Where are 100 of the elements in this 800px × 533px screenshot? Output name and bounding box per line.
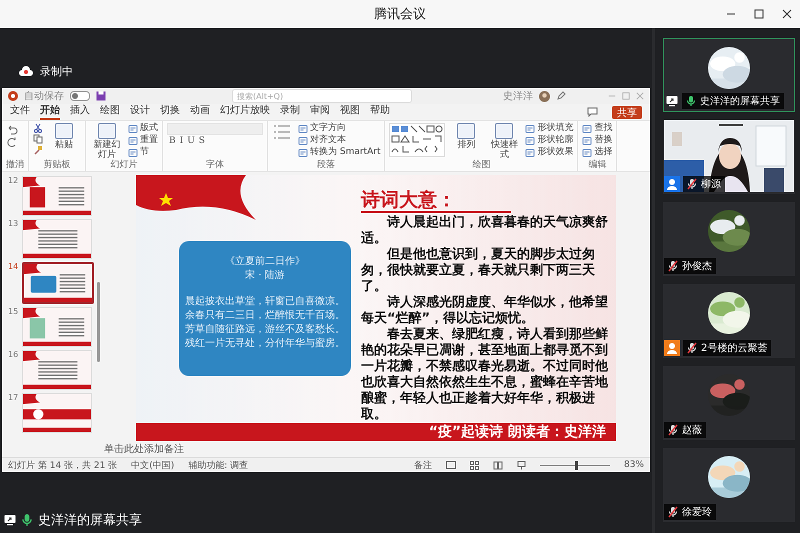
window-title: 腾讯会议 bbox=[374, 6, 426, 23]
ribbon-tab[interactable]: 切换 bbox=[160, 104, 180, 120]
normal-view-icon[interactable] bbox=[446, 461, 456, 469]
participant-tile[interactable]: 柳源 bbox=[663, 120, 795, 194]
poem-title: 《立夏前二日作》 bbox=[224, 255, 305, 269]
tool-icon bbox=[582, 124, 592, 134]
brush-icon[interactable] bbox=[33, 145, 43, 155]
ribbon-tab[interactable]: 视图 bbox=[340, 104, 360, 120]
participant-tile[interactable]: 赵薇 bbox=[663, 366, 795, 440]
ribbon-button[interactable]: 新建幻灯片 bbox=[90, 123, 124, 160]
ribbon-button[interactable]: 转换为 SmartArt bbox=[298, 147, 380, 158]
group-label: 剪贴板 bbox=[42, 160, 72, 171]
ribbon-tab[interactable]: 录制 bbox=[280, 104, 300, 120]
tool-icon bbox=[128, 148, 138, 158]
ribbon-button[interactable]: 形状效果 bbox=[525, 147, 574, 158]
ribbon-tab[interactable]: 设计 bbox=[130, 104, 150, 120]
copy-icon[interactable] bbox=[33, 134, 43, 144]
muted-microphone-icon[interactable] bbox=[667, 260, 679, 272]
presentation-icon[interactable] bbox=[516, 460, 526, 470]
paragraph: 但是他也意识到，夏天的脚步太过匆匆，很快就要立夏，春天就只剩下两三天了。 bbox=[360, 247, 596, 294]
search-field[interactable]: 搜索(Alt+Q) bbox=[232, 89, 412, 103]
ribbon-button[interactable]: 版式 bbox=[128, 123, 158, 134]
ribbon-button[interactable]: 形状填充 bbox=[525, 123, 574, 134]
slide-thumbnail[interactable] bbox=[22, 262, 94, 304]
poem-line: 余春只有二三日，烂醉恨无千百场。 bbox=[184, 309, 345, 323]
microphone-icon[interactable] bbox=[685, 95, 697, 107]
paragraph: 春去夏来、绿肥红瘦，诗人看到那些鲜艳的花朵早已凋谢，甚至地面上都寻觅不到一片花瓣，不禁感叹春光易逝。不过同时他也欣喜大自然依然生生不息，蜜蜂在辛苦地酿蜜，年轻人也正趁着大好年华，积极进取。 bbox=[360, 327, 608, 423]
ribbon-button[interactable]: 快速样式 bbox=[487, 123, 522, 160]
book-icon[interactable] bbox=[492, 460, 503, 470]
screen-share-icon bbox=[4, 514, 16, 526]
ribbon-tab[interactable]: 绘图 bbox=[100, 104, 120, 120]
paragraph: 诗人晨起出门，欣喜暮春的天气凉爽舒适。 bbox=[360, 215, 608, 246]
pen-icon[interactable] bbox=[556, 91, 566, 101]
participant-tile[interactable]: 孙俊杰 bbox=[663, 202, 795, 276]
group-label: 段落 bbox=[316, 160, 336, 171]
slide-number: 14 bbox=[8, 262, 18, 271]
ribbon-button[interactable]: 替换 bbox=[582, 135, 612, 146]
muted-microphone-icon[interactable] bbox=[686, 178, 698, 190]
group-label: 字体 bbox=[205, 160, 225, 171]
poem-line: 晨起披衣出草堂，轩窗已自喜微凉。 bbox=[184, 295, 345, 309]
ribbon-tab[interactable]: 文件 bbox=[10, 104, 30, 120]
accessibility-label[interactable]: 辅助功能: 调查 bbox=[188, 458, 248, 472]
autosave-toggle[interactable] bbox=[70, 91, 90, 101]
scissors-icon[interactable] bbox=[33, 123, 43, 133]
slide-number: 17 bbox=[8, 393, 18, 402]
ribbon-tab[interactable]: 审阅 bbox=[310, 104, 330, 120]
participant-name: 徐爱玲 bbox=[682, 506, 712, 519]
ribbon-tab[interactable]: 帮助 bbox=[370, 104, 390, 120]
ribbon-button[interactable]: 节 bbox=[128, 147, 158, 158]
ribbon-button[interactable]: 对齐文本 bbox=[298, 135, 380, 146]
screen-share-icon bbox=[666, 95, 678, 107]
tool-icon bbox=[525, 124, 536, 134]
ribbon-tab[interactable]: 动画 bbox=[190, 104, 210, 120]
format-button[interactable]: B bbox=[167, 136, 178, 146]
tool-icon bbox=[128, 136, 138, 146]
shapes-gallery[interactable] bbox=[389, 123, 446, 157]
poem-author: 宋 · 陆游 bbox=[245, 269, 285, 283]
slide-number: 15 bbox=[8, 307, 18, 316]
undo-icon[interactable] bbox=[6, 123, 18, 135]
ribbon-tab[interactable]: 幻灯片放映 bbox=[220, 104, 270, 120]
microphone-icon[interactable] bbox=[20, 513, 34, 527]
muted-microphone-icon[interactable] bbox=[667, 424, 679, 436]
participant-tile[interactable]: 2号楼的云聚荟 bbox=[663, 284, 795, 358]
grid-view-icon[interactable] bbox=[470, 460, 479, 470]
participant-tile[interactable]: 史洋洋的屏幕共享 bbox=[663, 38, 795, 112]
group-label: 幻灯片 bbox=[110, 160, 138, 171]
tool-icon bbox=[298, 136, 308, 146]
tool-icon bbox=[128, 124, 138, 134]
ribbon-tab[interactable]: 插入 bbox=[70, 104, 90, 120]
ribbon-button[interactable]: 形状轮廓 bbox=[525, 135, 574, 146]
slide-number: 12 bbox=[8, 176, 18, 185]
comment-icon[interactable] bbox=[587, 107, 598, 117]
save-icon[interactable] bbox=[96, 91, 106, 101]
group-label: 绘图 bbox=[471, 160, 492, 171]
recording-label: 录制中 bbox=[40, 64, 73, 78]
muted-microphone-icon[interactable] bbox=[667, 506, 679, 518]
ribbon-button[interactable]: 文字方向 bbox=[298, 123, 380, 134]
format-button[interactable]: U bbox=[185, 136, 197, 146]
cloud-icon bbox=[18, 65, 34, 77]
ribbon-button[interactable]: 粘贴 bbox=[47, 123, 81, 150]
ribbon-button[interactable]: 重置 bbox=[128, 135, 158, 146]
avatar-icon[interactable] bbox=[539, 90, 550, 102]
participant-name: 史洋洋的屏幕共享 bbox=[700, 94, 780, 108]
ribbon-button[interactable]: 查找 bbox=[582, 123, 612, 134]
language-label[interactable]: 中文(中国) bbox=[131, 458, 174, 472]
close-icon[interactable] bbox=[782, 9, 792, 19]
tool-icon bbox=[298, 124, 308, 134]
ribbon-button[interactable]: 选择 bbox=[582, 147, 612, 158]
participant-tile[interactable]: 徐爱玲 bbox=[663, 448, 795, 522]
footer-text: “疫”起读诗 朗读者：史洋洋 bbox=[428, 423, 606, 441]
format-button[interactable]: S bbox=[196, 136, 207, 146]
slide-number: 16 bbox=[8, 350, 18, 359]
notes-button[interactable]: 备注 bbox=[414, 458, 432, 472]
tool-icon bbox=[582, 136, 592, 146]
share-button[interactable]: 共享 bbox=[612, 106, 642, 118]
ribbon-button[interactable]: 排列 bbox=[449, 123, 484, 150]
redo-icon[interactable] bbox=[6, 136, 18, 148]
format-button[interactable]: I bbox=[178, 136, 186, 146]
muted-microphone-icon[interactable] bbox=[686, 342, 698, 354]
maximize-icon[interactable] bbox=[754, 9, 764, 19]
